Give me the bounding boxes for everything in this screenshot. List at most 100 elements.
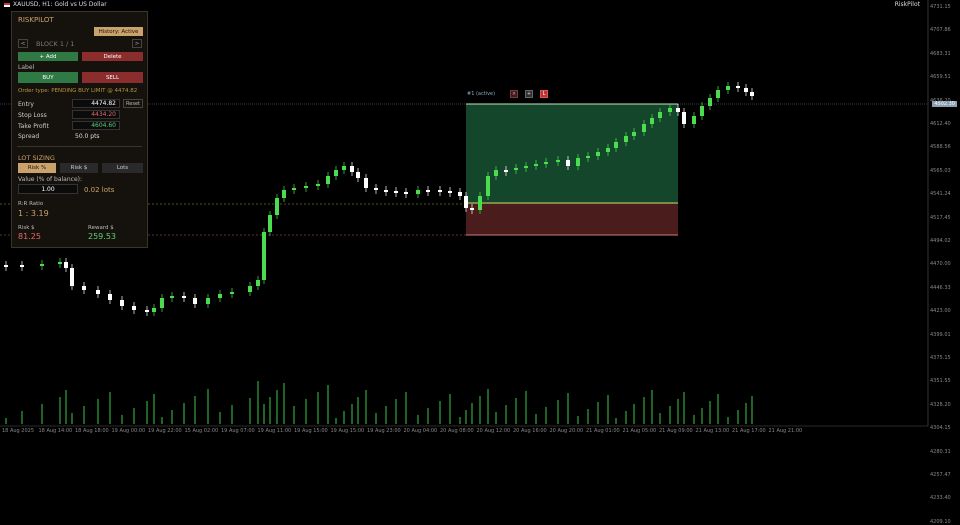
candle-body [426,190,430,192]
candle-body [193,298,197,304]
candle-body [82,286,86,290]
reward-value: 259.53 [88,232,116,241]
risk-label: Risk $ [18,225,35,231]
entry-label: Entry [18,101,34,108]
price-tick: 4659.51 [930,74,951,81]
candle-body [736,86,740,88]
price-tick: 4731.15 [930,4,951,10]
price-tick: 4541.24 [930,191,951,198]
price-tick: 4494.02 [930,238,951,244]
candle-body [486,176,490,196]
candle-body [658,112,662,118]
candle-body [556,160,560,162]
reset-button[interactable]: Reset [123,99,143,108]
candle-body [448,191,452,193]
candle-body [668,108,672,112]
candle-body [708,98,712,106]
price-tick: 4233.40 [930,495,951,502]
entry-input[interactable]: 4474.82 [72,99,120,108]
candle-body [416,190,420,194]
prev-block-button[interactable]: < [18,39,28,48]
price-tick: 4517.45 [930,214,951,221]
price-tick: 4351.55 [930,378,951,385]
broker-label: RiskPilot [894,1,920,8]
buy-button[interactable]: BUY [18,72,78,83]
risk-percent-button[interactable]: Risk % [18,163,56,173]
candle-body [316,184,320,186]
candle-body [182,296,186,298]
candle-body [356,172,360,178]
candle-body [58,262,62,264]
price-tick: 4209.10 [930,518,951,525]
candle-body [120,300,124,306]
take-profit-zone[interactable] [466,104,678,204]
take-profit-input[interactable]: 4604.60 [72,121,120,130]
order-type-text: Order type: PENDING BUY LIMIT @ 4474.82 [18,88,138,94]
time-tick: 21 Aug 17:00 [732,428,766,434]
time-tick: 15 Aug 02:00 [184,428,219,434]
add-block-button[interactable]: + Add [18,52,78,61]
candle-body [632,132,636,136]
trade-move-button[interactable]: + [525,90,533,98]
take-profit-label: Take Profit [18,123,49,130]
candle-body [292,188,296,190]
trade-close-button[interactable]: × [510,90,518,98]
block-label: BLOCK 1 / 1 [36,40,75,48]
candle-body [40,264,44,266]
candle-body [624,136,628,142]
delete-block-button[interactable]: Delete [82,52,143,61]
spread-value: 50.0 pts [75,133,100,140]
candle-body [464,196,468,208]
stop-loss-input[interactable]: 4434.20 [72,110,120,119]
candle-body [282,190,286,198]
riskpilot-panel: RISKPILOT History: Active < BLOCK 1 / 1 … [11,11,148,248]
candle-body [614,142,618,148]
candle-body [606,148,610,152]
value-input[interactable]: 1.00 [18,184,78,194]
time-tick: 21 Aug 09:00 [659,428,693,434]
time-tick: 21 Aug 13:00 [695,428,730,434]
next-block-button[interactable]: > [132,39,142,48]
candle-body [268,215,272,232]
time-tick: 18 Aug 18:00 [75,428,109,434]
time-tick: 18 Aug 2025 [2,428,35,434]
lots-button[interactable]: Lots [102,163,143,173]
candle-body [20,265,24,267]
candle-body [596,152,600,156]
candle-body [438,190,442,192]
time-tick: 19 Aug 15:00 [294,428,328,434]
candle-body [716,90,720,98]
candle-body [218,294,222,298]
candle-body [350,166,354,172]
candle-body [514,168,518,170]
price-tick: 4257.47 [930,472,951,478]
candle-body [70,268,74,286]
price-tick: 4375.15 [930,355,951,361]
price-tick: 4399.01 [930,331,951,338]
sell-button[interactable]: SELL [82,72,143,83]
stop-loss-zone[interactable] [466,204,678,235]
candle-body [682,112,686,124]
candle-body [470,208,474,210]
time-tick: 19 Aug 07:00 [221,428,255,434]
candle-body [364,178,368,188]
candle-body [304,186,308,188]
candle-body [96,290,100,294]
risk-dollar-button[interactable]: Risk $ [60,163,98,173]
time-tick: 18 Aug 14:00 [38,428,73,434]
candle-body [248,286,252,292]
trade-lock-button[interactable]: L [540,90,548,98]
history-button[interactable]: History: Active [94,27,143,36]
symbol-title: XAUUSD, H1: Gold vs US Dollar [13,1,107,8]
candle-body [544,162,548,164]
time-tick: 19 Aug 23:00 [367,428,401,434]
value-label: Value (% of balance): [18,176,83,183]
time-tick: 20 Aug 20:00 [549,428,584,434]
candle-body [650,118,654,124]
candle-body [726,86,730,90]
time-tick: 21 Aug 05:00 [622,428,657,434]
risk-value: 81.25 [18,232,41,241]
candle-body [404,192,408,194]
candle-body [342,166,346,170]
candle-body [170,296,174,298]
